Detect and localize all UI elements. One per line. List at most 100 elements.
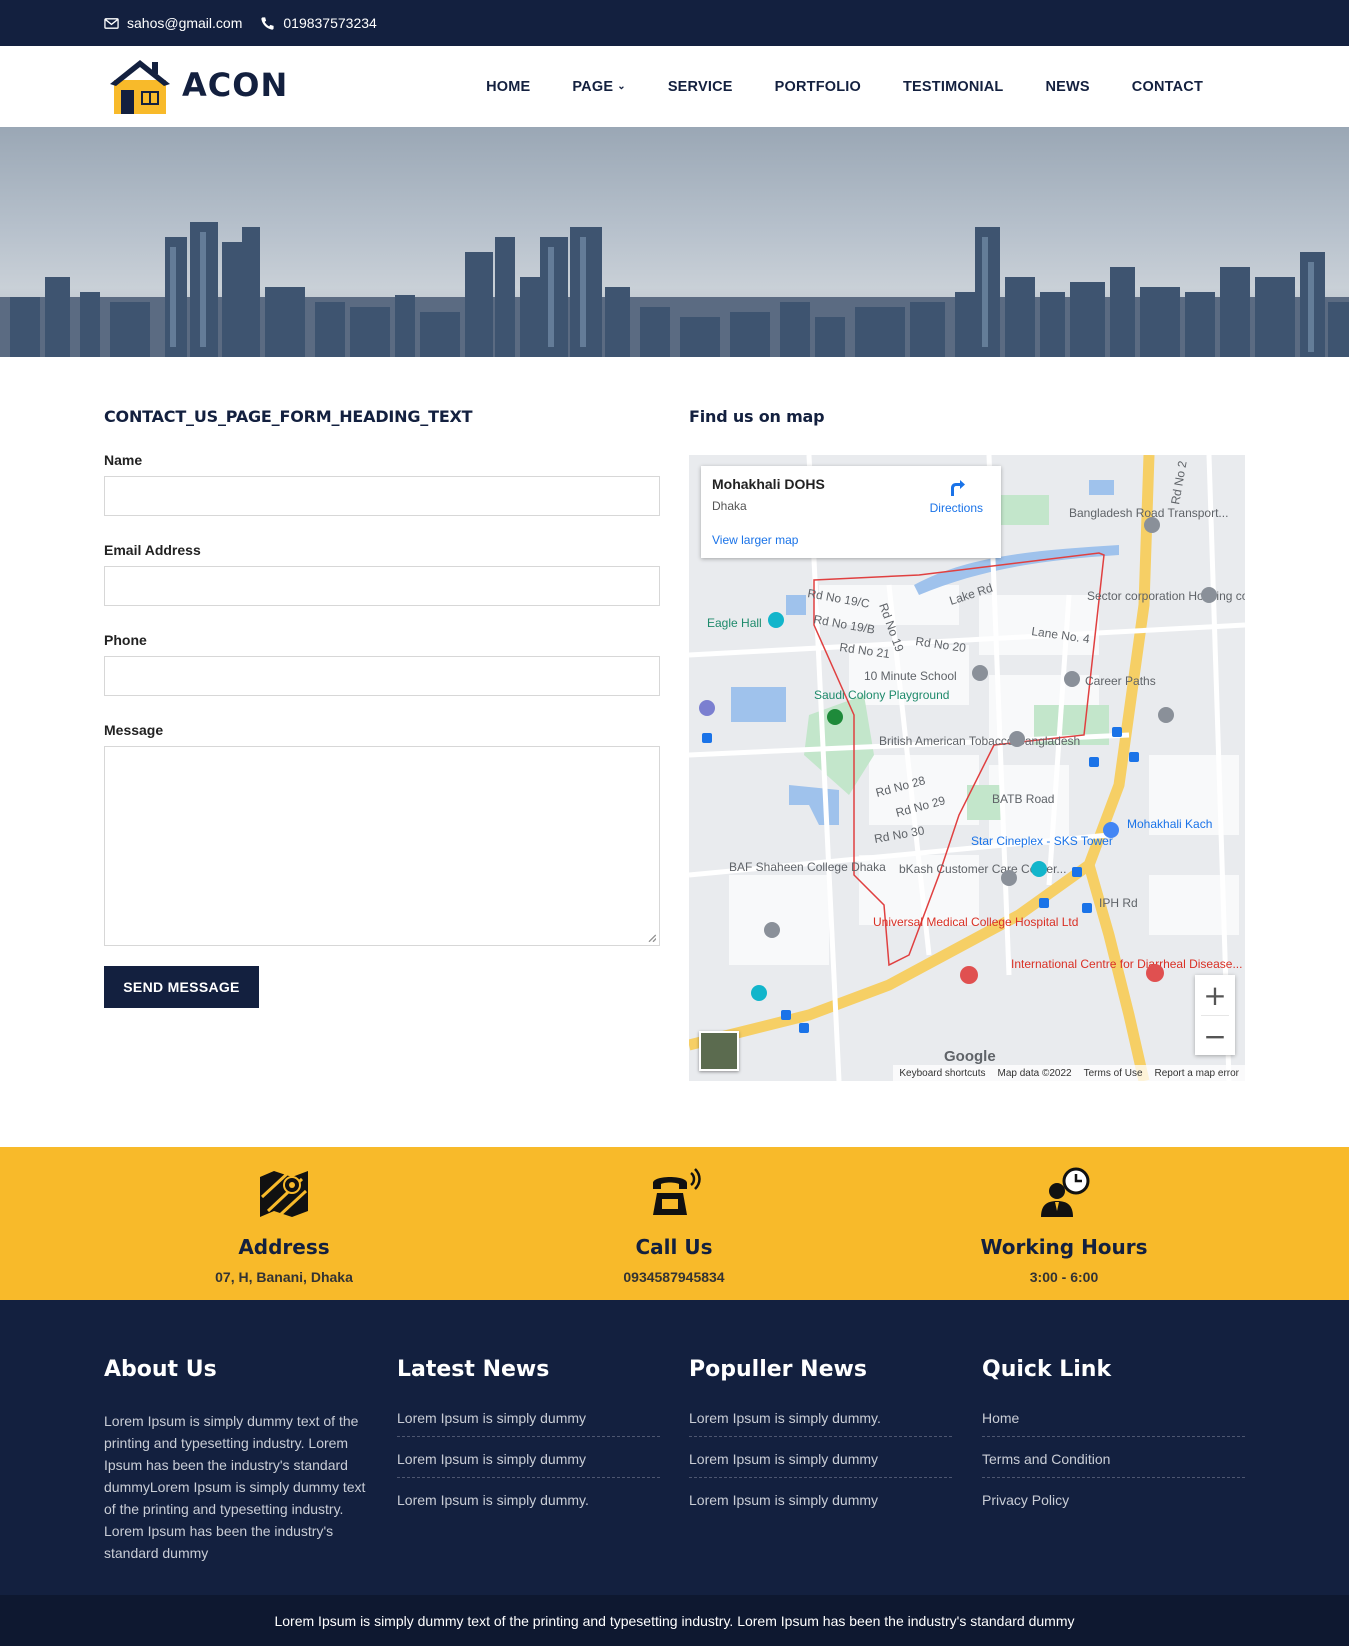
map-pin-icon [1031,861,1047,877]
quick-link-terms[interactable]: Terms and Condition [982,1451,1245,1478]
city-skyline-image [0,222,1349,357]
map-label: British American Tobacco Bangladesh [879,734,1080,748]
info-hours-value: 3:00 - 6:00 [1029,1269,1099,1285]
map-section: Find us on map Bangladesh Road Transport… [689,407,1245,1081]
envelope-icon [104,17,119,29]
map-label: 10 Minute School [864,669,957,683]
topbar-phone-text: 019837573234 [283,15,377,31]
bus-stop-icon [1089,757,1099,767]
bus-stop-icon [1072,867,1082,877]
map-label: Mohakhali Kach [1127,817,1212,831]
info-call: Call Us 0934587945834 [524,1165,824,1285]
footer-popular-news: Populler News Lorem Ipsum is simply dumm… [689,1357,952,1532]
map-icon [260,1171,308,1217]
info-address-value: 07, H, Banani, Dhaka [215,1269,353,1285]
nav-portfolio[interactable]: PORTFOLIO [754,79,882,95]
bus-stop-icon [1082,903,1092,913]
logo-text: ACON [182,66,289,104]
nav-home[interactable]: HOME [465,79,551,95]
map-label: Star Cineplex - SKS Tower [971,834,1113,848]
map-pin-icon [764,922,780,938]
site-footer: About Us Lorem Ipsum is simply dummy tex… [0,1300,1349,1595]
google-logo: Google [944,1048,996,1065]
send-message-button[interactable]: SEND MESSAGE [104,966,259,1008]
latest-news-link[interactable]: Lorem Ipsum is simply dummy. [397,1492,660,1518]
map-pin-icon [1009,731,1025,747]
satellite-toggle[interactable] [699,1031,739,1071]
nav-news[interactable]: NEWS [1024,79,1110,95]
topbar-email[interactable]: sahos@gmail.com [104,15,242,31]
bus-stop-icon [702,733,712,743]
map-label: BAF Shaheen College Dhaka [729,860,886,874]
site-header: ACON HOME PAGE ⌄ SERVICE PORTFOLIO TESTIM… [0,46,1349,127]
google-map[interactable]: Bangladesh Road Transport... Sector corp… [689,455,1245,1081]
hero-banner [0,127,1349,357]
shopping-pin-icon [1103,822,1119,838]
footer-latest-title: Latest News [397,1357,550,1382]
latest-news-link[interactable]: Lorem Ipsum is simply dummy [397,1451,660,1478]
email-label: Email Address [104,542,201,558]
map-pin-icon [1158,707,1174,723]
map-label: Universal Medical College Hospital Ltd [873,915,1078,929]
name-field[interactable] [104,476,660,516]
nav-page-label: PAGE [572,78,614,95]
telephone-icon [653,1168,701,1215]
info-hours-title: Working Hours [980,1235,1148,1259]
info-address-title: Address [238,1235,330,1259]
house-logo-icon [110,60,170,114]
nav-page[interactable]: PAGE ⌄ [551,79,646,95]
resize-handle-icon[interactable] [648,934,656,942]
quick-link-home[interactable]: Home [982,1410,1245,1437]
copyright-bar: Lorem Ipsum is simply dummy text of the … [0,1595,1349,1646]
directions-icon [951,480,966,496]
zoom-out-button[interactable]: − [1195,1016,1235,1056]
hospital-pin-icon [960,966,978,984]
map-info-card: Mohakhali DOHS Dhaka View larger map Dir… [701,466,1001,558]
phone-field[interactable] [104,656,660,696]
footer-about-text: Lorem Ipsum is simply dummy text of the … [104,1413,366,1561]
popular-news-link[interactable]: Lorem Ipsum is simply dummy [689,1492,952,1518]
copyright-text: Lorem Ipsum is simply dummy text of the … [274,1612,1075,1629]
footer-popular-title: Populler News [689,1357,867,1382]
view-larger-map-link[interactable]: View larger map [712,533,798,547]
map-pin-icon [972,665,988,681]
keyboard-shortcuts-link[interactable]: Keyboard shortcuts [899,1068,985,1079]
nav-service[interactable]: SERVICE [647,79,754,95]
main-nav: HOME PAGE ⌄ SERVICE PORTFOLIO TESTIMONIAL… [465,46,1224,127]
nav-contact[interactable]: CONTACT [1111,79,1224,95]
map-heading: Find us on map [689,407,825,426]
topbar-phone[interactable]: 019837573234 [260,15,377,31]
map-pin-icon [827,709,843,725]
map-pin-icon [751,985,767,1001]
message-field[interactable] [104,746,660,946]
footer-quick-links: Quick Link Home Terms and Condition Priv… [982,1357,1245,1532]
directions-button[interactable]: Directions [930,476,983,515]
latest-news-link[interactable]: Lorem Ipsum is simply dummy [397,1410,660,1437]
map-label: Eagle Hall [707,616,762,630]
contact-form: CONTACT_US_PAGE_FORM_HEADING_TEXT Name E… [104,407,660,1008]
bus-stop-icon [1129,752,1139,762]
map-pin-icon [768,612,784,628]
info-address: Address 07, H, Banani, Dhaka [134,1165,434,1285]
nav-testimonial[interactable]: TESTIMONIAL [882,79,1024,95]
contact-info-band: Address 07, H, Banani, Dhaka Call Us 093… [0,1147,1349,1300]
directions-label: Directions [929,501,983,515]
map-label: IPH Rd [1099,896,1138,910]
quick-link-privacy[interactable]: Privacy Policy [982,1492,1245,1518]
terms-of-use-link[interactable]: Terms of Use [1084,1068,1143,1079]
message-label: Message [104,722,164,738]
zoom-in-button[interactable]: + [1195,975,1235,1015]
popular-news-link[interactable]: Lorem Ipsum is simply dummy. [689,1410,952,1437]
popular-news-link[interactable]: Lorem Ipsum is simply dummy [689,1451,952,1478]
map-pin-icon [1201,587,1217,603]
logo[interactable]: ACON [108,56,288,114]
bus-stop-icon [799,1023,809,1033]
form-heading: CONTACT_US_PAGE_FORM_HEADING_TEXT [104,407,473,426]
name-label: Name [104,452,143,468]
footer-quick-title: Quick Link [982,1357,1112,1382]
report-error-link[interactable]: Report a map error [1155,1068,1239,1079]
email-field[interactable] [104,566,660,606]
phone-label: Phone [104,632,147,648]
footer-latest-news: Latest News Lorem Ipsum is simply dummy … [397,1357,660,1532]
info-call-title: Call Us [635,1235,713,1259]
